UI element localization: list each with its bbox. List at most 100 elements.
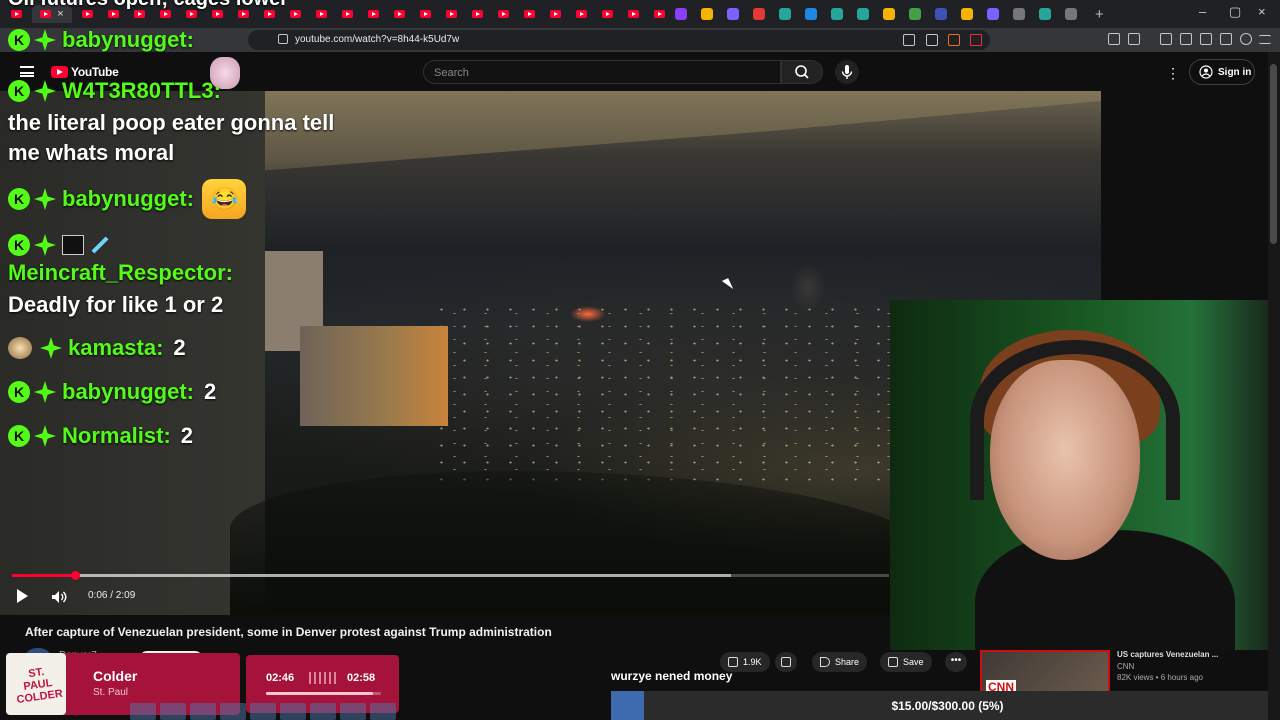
browser-tab[interactable] [285, 5, 306, 23]
laughing-emote-icon [202, 179, 246, 219]
pinned-tab-icon[interactable] [753, 8, 765, 20]
sparkle-badge-icon [40, 337, 62, 359]
youtube-favicon-icon [498, 10, 509, 18]
pinned-tab-icon[interactable] [857, 8, 869, 20]
minimize-icon[interactable]: – [1199, 4, 1206, 19]
media-icon[interactable] [1160, 33, 1172, 45]
search-input[interactable] [434, 65, 764, 81]
address-bar[interactable]: youtube.com/watch?v=8h44-k5Ud7w [248, 30, 990, 50]
youtube-favicon-icon [550, 10, 561, 18]
taskbar-app-icon[interactable] [130, 703, 156, 720]
sidebar-icon[interactable] [1180, 33, 1192, 45]
pinned-tab-icon[interactable] [883, 8, 895, 20]
pinned-tab-icon[interactable] [935, 8, 947, 20]
youtube-favicon-icon [524, 10, 535, 18]
browser-tab[interactable] [441, 5, 462, 23]
pinned-tab-icon[interactable] [675, 8, 687, 20]
scrollbar-thumb[interactable] [1270, 64, 1277, 244]
volume-icon[interactable] [51, 590, 67, 604]
microphone-icon [841, 65, 853, 79]
chat-username: babynugget: [62, 379, 194, 404]
browser-tab[interactable] [493, 5, 514, 23]
browser-tab[interactable] [623, 5, 644, 23]
video-progress-bar[interactable] [12, 571, 889, 580]
settings-kebab-icon[interactable]: ⋮ [1166, 65, 1180, 82]
pinned-tab-icon[interactable] [831, 8, 843, 20]
youtube-favicon-icon [238, 10, 249, 18]
browser-tab[interactable] [519, 5, 540, 23]
hamburger-menu-icon[interactable] [20, 66, 34, 77]
cast-icon[interactable] [903, 34, 915, 46]
browser-tab[interactable] [545, 5, 566, 23]
pinned-tab-icon[interactable] [805, 8, 817, 20]
wallet-icon[interactable] [1200, 33, 1212, 45]
youtube-favicon-icon [420, 10, 431, 18]
browser-tab[interactable] [415, 5, 436, 23]
search-button[interactable] [781, 60, 823, 84]
recommended-meta: 82K views • 6 hours ago [1117, 673, 1203, 682]
taskbar-app-icon[interactable] [370, 703, 396, 720]
share-page-icon[interactable] [926, 34, 938, 46]
dislike-button[interactable] [775, 652, 797, 672]
thumbs-up-icon [728, 657, 738, 667]
kick-badge: K [8, 381, 30, 403]
taskbar-app-icon[interactable] [280, 703, 306, 720]
page-scrollbar[interactable] [1268, 52, 1280, 720]
stream-headline: Oil futures open; cages lower [8, 0, 288, 11]
pinned-tab-icon[interactable] [779, 8, 791, 20]
headphones-icon [970, 340, 1180, 500]
browser-tab[interactable] [649, 5, 670, 23]
chat-text: the literal poop eater gonna tell [8, 110, 335, 135]
save-button[interactable]: Save [880, 652, 932, 672]
subscriber-badge-icon [62, 235, 84, 255]
pinned-tab-icon[interactable] [1013, 8, 1025, 20]
share-button[interactable]: Share [812, 652, 868, 672]
play-icon[interactable] [17, 589, 28, 603]
rewards-icon[interactable] [970, 34, 982, 46]
browser-tab[interactable] [597, 5, 618, 23]
browser-tab[interactable] [337, 5, 358, 23]
sign-in-button[interactable]: Sign in [1189, 59, 1255, 85]
taskbar-app-icon[interactable] [340, 703, 366, 720]
youtube-logo[interactable]: YouTube [51, 65, 119, 79]
browser-tab[interactable] [363, 5, 384, 23]
pinned-tab-icon[interactable] [1039, 8, 1051, 20]
menu-icon[interactable] [1259, 35, 1271, 44]
pinned-tab-icon[interactable] [727, 8, 739, 20]
site-info-icon[interactable] [278, 34, 288, 44]
new-tab-icon[interactable]: + [1095, 6, 1104, 23]
vpn-icon[interactable] [1220, 33, 1232, 45]
chat-message: K babynugget: [8, 179, 246, 219]
taskbar-app-icon[interactable] [310, 703, 336, 720]
taskbar [130, 703, 396, 720]
screenshot-icon[interactable] [1128, 33, 1140, 45]
voice-search-button[interactable] [835, 60, 859, 84]
profile-icon[interactable] [1240, 33, 1252, 45]
taskbar-app-icon[interactable] [250, 703, 276, 720]
recommended-title[interactable]: US captures Venezuelan ... [1117, 650, 1218, 659]
pinned-tab-icon[interactable] [1065, 8, 1077, 20]
more-actions-button[interactable]: ••• [945, 652, 967, 672]
pinned-tab-icon[interactable] [701, 8, 713, 20]
pinned-tab-icon[interactable] [961, 8, 973, 20]
browser-tab[interactable] [311, 5, 332, 23]
extensions-icon[interactable] [1108, 33, 1120, 45]
chat-username: Normalist: [62, 423, 171, 448]
pinned-tab-icon[interactable] [987, 8, 999, 20]
kick-badge: K [8, 29, 30, 51]
song-current-time: 02:46 [266, 672, 295, 684]
browser-tab[interactable] [571, 5, 592, 23]
like-count: 1.9K [743, 657, 762, 667]
browser-tab[interactable] [467, 5, 488, 23]
taskbar-app-icon[interactable] [220, 703, 246, 720]
youtube-favicon-icon [602, 10, 613, 18]
taskbar-app-icon[interactable] [190, 703, 216, 720]
recommended-channel[interactable]: CNN [1117, 662, 1134, 671]
song-artist: St. Paul [93, 687, 129, 698]
maximize-icon[interactable]: ▢ [1229, 4, 1241, 20]
close-window-icon[interactable]: × [1258, 4, 1266, 19]
taskbar-app-icon[interactable] [160, 703, 186, 720]
pinned-tab-icon[interactable] [909, 8, 921, 20]
brave-shield-icon[interactable] [948, 34, 960, 46]
browser-tab[interactable] [389, 5, 410, 23]
